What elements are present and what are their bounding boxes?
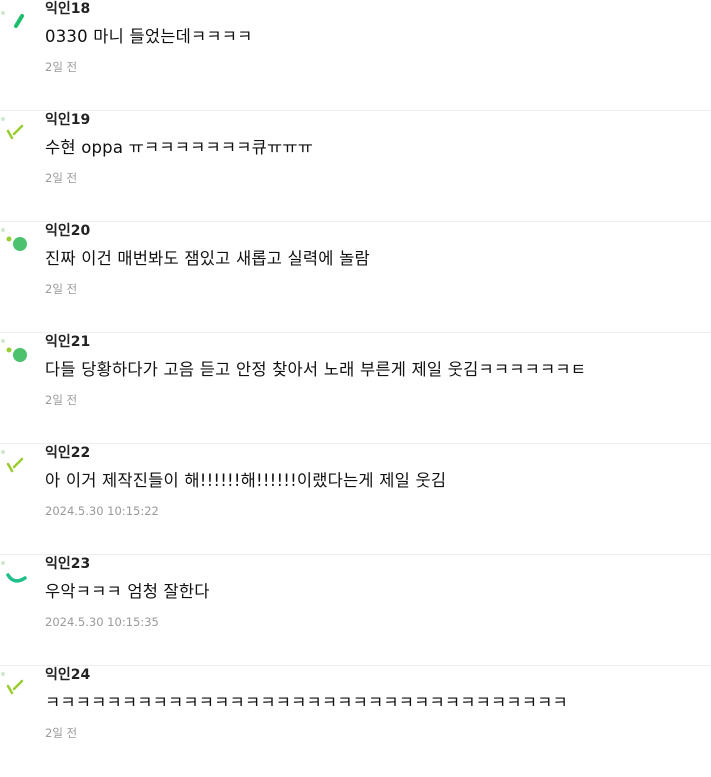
- comment-item: 익인24 ㅋㅋㅋㅋㅋㅋㅋㅋㅋㅋㅋㅋㅋㅋㅋㅋㅋㅋㅋㅋㅋㅋㅋㅋㅋㅋㅋㅋㅋㅋㅋㅋㅋㅋ …: [0, 666, 711, 777]
- comment-item: 익인20 진짜 이건 매번봐도 잼있고 새롭고 실력에 놀람 2일 전: [0, 222, 711, 333]
- comment-author[interactable]: 익인18: [45, 1, 90, 17]
- lime-check-icon[interactable]: [0, 444, 36, 484]
- comment-timestamp: 2일 전: [45, 393, 78, 407]
- comment-author[interactable]: 익인19: [45, 112, 90, 128]
- lime-check-icon[interactable]: [0, 111, 36, 151]
- comment-item: 익인21 다들 당황하다가 고음 듣고 안정 찾아서 노래 부른게 제일 웃김ㅋ…: [0, 333, 711, 444]
- comment-timestamp: 2일 전: [45, 60, 78, 74]
- comment-list: 익인18 0330 마니 들었는데ㅋㅋㅋㅋ 2일 전 익인19 수현 oppa …: [0, 0, 711, 777]
- comment-text: 수현 oppa ㅠㅋㅋㅋㅋㅋㅋㅋ큐ㅠㅠㅠ: [45, 138, 314, 157]
- comment-text: 우악ㅋㅋㅋ 엄청 잘한다: [45, 582, 210, 601]
- comment-author[interactable]: 익인20: [45, 223, 90, 239]
- green-dash-icon[interactable]: [0, 0, 36, 40]
- green-dot-icon[interactable]: [0, 333, 36, 373]
- comment-author[interactable]: 익인24: [45, 667, 90, 683]
- comment-item: 익인19 수현 oppa ㅠㅋㅋㅋㅋㅋㅋㅋ큐ㅠㅠㅠ 2일 전: [0, 111, 711, 222]
- green-arc-icon[interactable]: [0, 555, 36, 595]
- comment-timestamp: 2일 전: [45, 171, 78, 185]
- lime-check-icon[interactable]: [0, 666, 36, 706]
- comment-timestamp: 2일 전: [45, 726, 78, 740]
- comment-item: 익인22 아 이거 제작진들이 해!!!!!!해!!!!!!이랬다는게 제일 웃…: [0, 444, 711, 555]
- comment-timestamp: 2일 전: [45, 282, 78, 296]
- comment-author[interactable]: 익인23: [45, 556, 90, 572]
- comment-text: ㅋㅋㅋㅋㅋㅋㅋㅋㅋㅋㅋㅋㅋㅋㅋㅋㅋㅋㅋㅋㅋㅋㅋㅋㅋㅋㅋㅋㅋㅋㅋㅋㅋㅋ: [45, 693, 568, 712]
- comment-text: 아 이거 제작진들이 해!!!!!!해!!!!!!이랬다는게 제일 웃김: [45, 471, 447, 490]
- comment-item: 익인23 우악ㅋㅋㅋ 엄청 잘한다 2024.5.30 10:15:35: [0, 555, 711, 666]
- comment-text: 진짜 이건 매번봐도 잼있고 새롭고 실력에 놀람: [45, 249, 370, 268]
- green-dot-icon[interactable]: [0, 222, 36, 262]
- comment-author[interactable]: 익인22: [45, 445, 90, 461]
- comment-item: 익인18 0330 마니 들었는데ㅋㅋㅋㅋ 2일 전: [0, 0, 711, 111]
- comment-text: 다들 당황하다가 고음 듣고 안정 찾아서 노래 부른게 제일 웃김ㅋㅋㅋㅋㅋㅋ…: [45, 360, 587, 379]
- comment-author[interactable]: 익인21: [45, 334, 90, 350]
- comment-timestamp: 2024.5.30 10:15:35: [45, 615, 159, 629]
- comment-timestamp: 2024.5.30 10:15:22: [45, 504, 159, 518]
- comment-text: 0330 마니 들었는데ㅋㅋㅋㅋ: [45, 27, 253, 46]
